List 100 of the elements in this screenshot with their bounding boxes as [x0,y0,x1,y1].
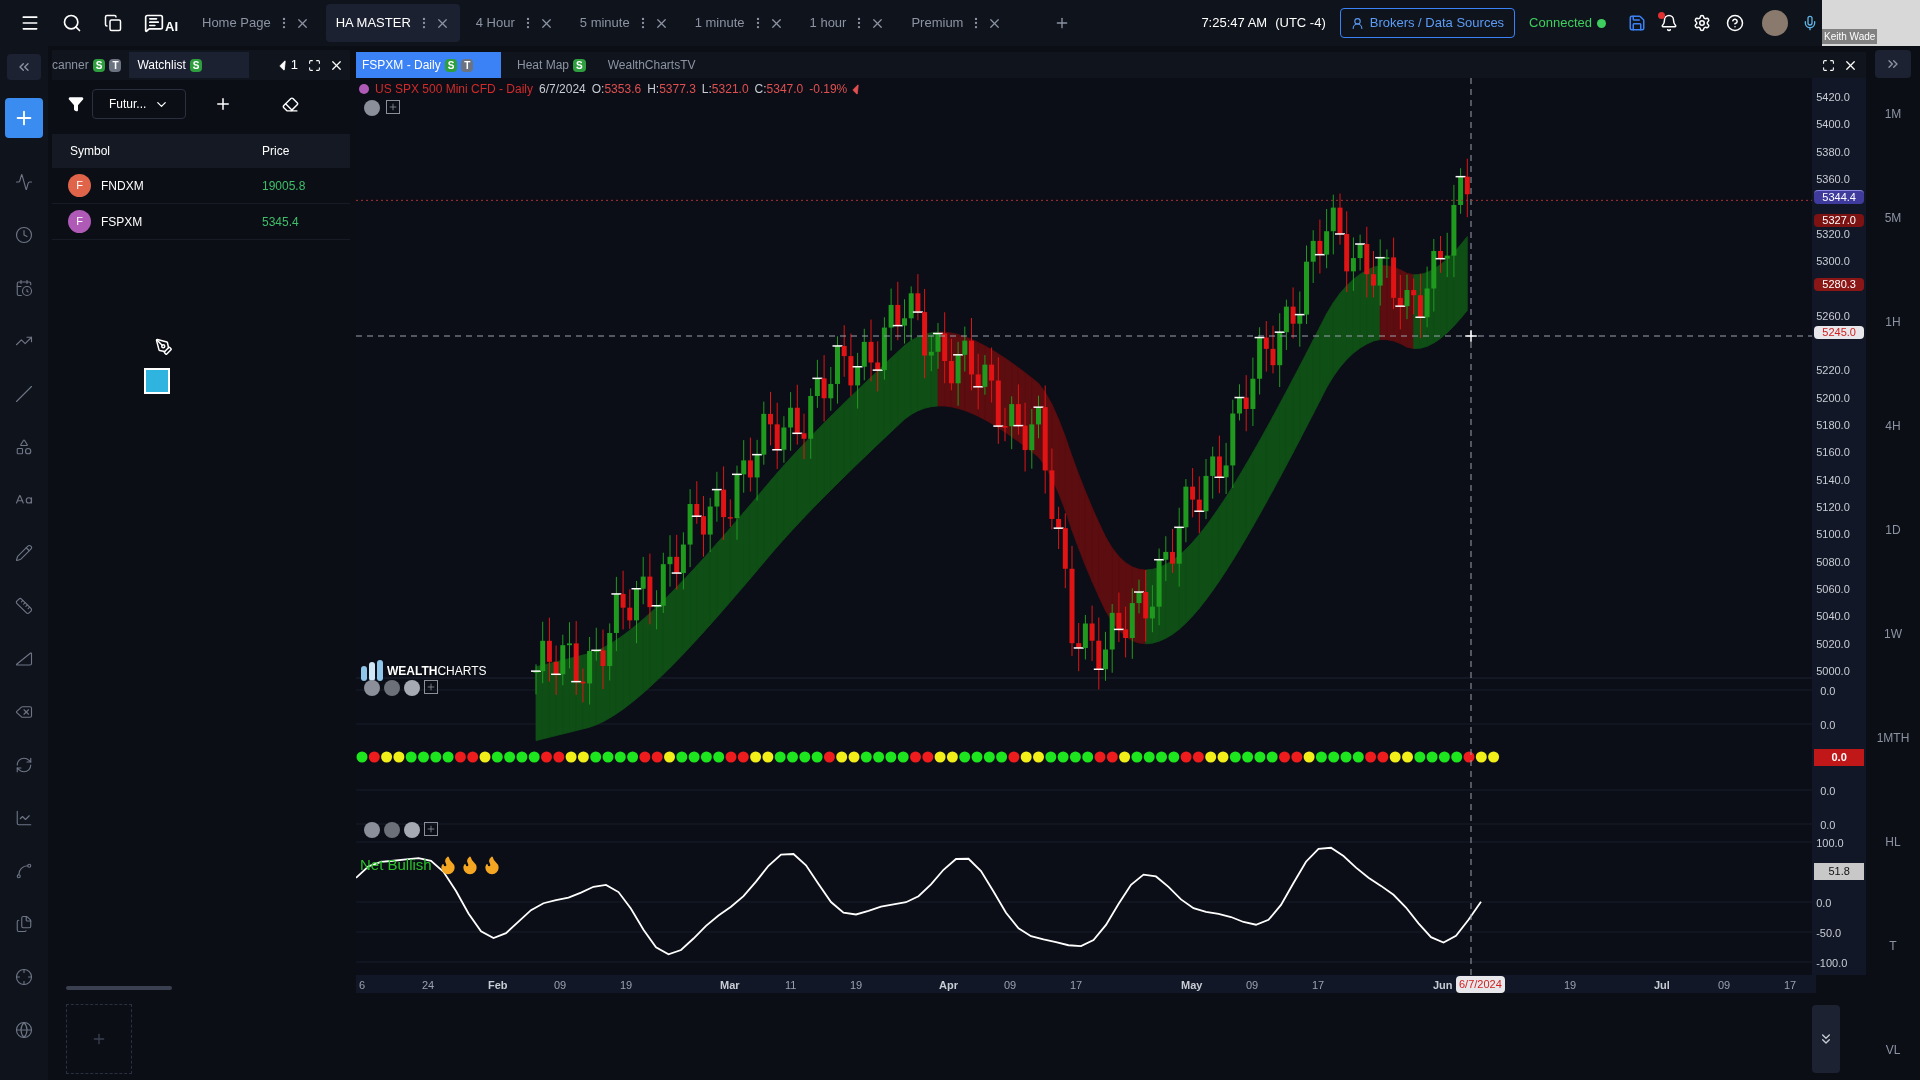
tab-badge: S [444,58,458,72]
axis-label: 5360.0 [1816,173,1850,185]
refresh-icon[interactable] [15,756,33,774]
timeframe-option[interactable]: 4H [1885,416,1901,436]
timeframe-option[interactable]: VL [1885,1040,1901,1060]
legend-value: O:5353.6 [591,81,642,98]
chat-icon[interactable] [144,13,164,33]
line-chart-icon[interactable] [15,809,33,827]
collapse-pane-icon[interactable] [364,680,380,696]
move-up-icon[interactable] [404,680,420,696]
symbol-name: FSPXM [101,213,144,231]
panel-tab[interactable]: canner S T [52,52,130,78]
spline-icon[interactable] [15,862,33,880]
collapse-button[interactable] [7,54,41,80]
crosshair-icon[interactable] [15,968,33,986]
clock-time: 7:25:47 AM [1201,14,1268,33]
axis-label: 19 [1564,978,1577,993]
maximize-icon[interactable] [308,58,321,72]
pencil-icon[interactable] [15,544,33,562]
add-indicator-icon[interactable] [424,822,438,836]
wealthcharts-logo: WEALTHCHARTS [387,663,487,680]
column-header: Symbol [70,143,111,160]
workspace-tab[interactable]: Home Page [192,4,320,42]
workspace-tab[interactable]: 5 minute [569,4,679,42]
files-icon[interactable] [15,915,33,933]
timeframe-option[interactable]: 1D [1885,520,1901,540]
timeframe-option[interactable]: 1M [1884,104,1902,124]
watchlist-row[interactable]: F FSPXM 5345.4 [52,204,350,240]
tab-badge: S [189,58,203,72]
axis-label: 5380.0 [1816,145,1850,158]
avatar[interactable] [1762,10,1788,36]
chart-tab[interactable]: FSPXM - Daily S T [356,52,501,78]
watchlist-row[interactable]: F FNDXM 19005.8 [52,168,350,204]
axis-label: 0.0 [1820,718,1836,733]
timeframe-option[interactable]: HL [1885,832,1901,852]
tab-badge: S [92,58,106,72]
workspace-tab[interactable]: 4 Hour [465,4,564,42]
timeframe-option[interactable]: 1W [1884,624,1902,644]
panel-tab[interactable]: Watchlist S [129,52,250,78]
axis-label: 5140.0 [1816,473,1850,486]
timeframe-option[interactable]: 5M [1884,208,1902,228]
axis-label: 0.0 [1820,784,1836,799]
collapse-pane-icon[interactable] [364,822,380,838]
workspace-tab[interactable]: Premium [901,4,1013,42]
windows-icon[interactable] [104,14,122,32]
globe-icon[interactable] [15,1021,33,1039]
shapes-icon[interactable] [15,438,33,456]
axis-label: 11 [785,978,797,993]
calendar-icon[interactable] [15,279,33,297]
axis-label: May [1181,978,1203,993]
collapse-pane-icon[interactable] [364,100,380,116]
add-button[interactable] [5,98,43,138]
move-down-icon[interactable] [384,680,400,696]
save-icon[interactable] [1628,14,1646,32]
ruler-icon[interactable] [15,597,33,615]
legend-date: 6/7/2024 [539,81,586,98]
price-tag: 5245.0 [1814,326,1865,340]
timezone: (UTC -4) [1275,14,1326,33]
axis-label: 5300.0 [1816,255,1850,268]
price-tag: 5344.4 [1814,190,1865,205]
expand-button[interactable] [1875,50,1911,78]
axis-label: 5220.0 [1816,364,1850,377]
timeframe-option[interactable]: 1H [1885,312,1901,332]
workspace-tab[interactable]: 1 hour [799,4,896,42]
ai-label[interactable]: AI [165,17,178,37]
workspace-tab[interactable]: HA MASTER [325,4,460,42]
triangle-icon[interactable] [15,650,33,668]
timeframe-option[interactable]: T [1889,936,1897,956]
line-tool-icon[interactable] [15,385,33,403]
bell-icon[interactable] [1660,14,1678,32]
move-down-icon[interactable] [384,822,400,838]
axis-label: 0.0 [1816,896,1832,911]
add-indicator-icon[interactable] [386,100,400,114]
axis-label: 17 [1312,978,1325,993]
eraser-icon[interactable] [282,95,299,113]
search-icon[interactable] [62,13,82,33]
symbol-price: 19005.8 [262,177,306,195]
filter-icon[interactable] [68,96,84,112]
brokers-button[interactable]: Brokers / Data Sources [1339,8,1516,38]
help-icon[interactable] [1726,14,1744,32]
axis-label: 6 [359,978,366,993]
add-symbol-icon[interactable] [214,95,232,113]
axis-label: 24 [422,978,435,993]
chart-curve-icon[interactable] [15,173,33,191]
delete-icon[interactable] [15,703,33,721]
axis-label: 5000.0 [1816,665,1850,678]
move-up-icon[interactable] [404,822,420,838]
maximize-icon[interactable] [1822,58,1835,72]
panel-count: 1 [290,56,298,75]
timeframe-option[interactable]: 1MTH [1876,728,1910,748]
clock-icon[interactable] [15,226,33,244]
settings-icon[interactable] [1693,14,1711,32]
add-indicator-icon[interactable] [424,680,438,694]
menu-icon[interactable] [20,13,40,33]
chart-tab[interactable]: WealthChartsTV [601,52,702,78]
list-dropdown[interactable]: Futur... [92,89,186,119]
chart-tab[interactable]: Heat Map S [511,52,592,78]
microphone-icon[interactable] [1802,15,1818,31]
axis-label: Mar [720,978,740,993]
workspace-tab[interactable]: 1 minute [684,4,794,42]
